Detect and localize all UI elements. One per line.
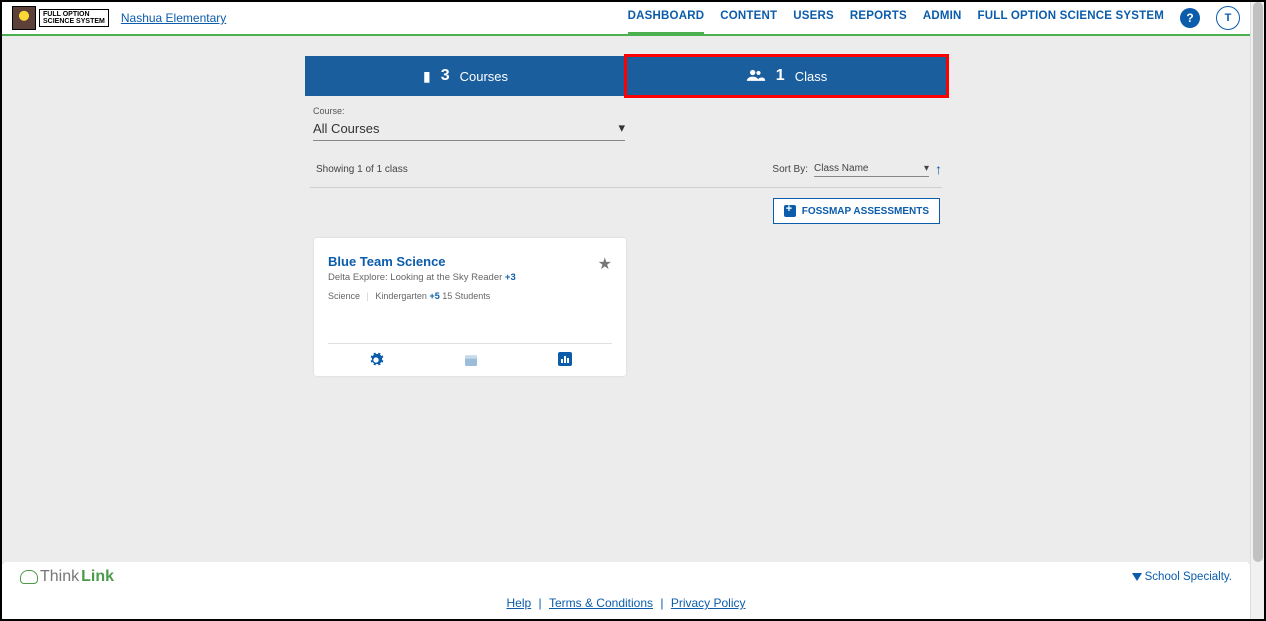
chevron-down-icon: ▾	[618, 120, 625, 136]
chevron-down-icon: ▾	[924, 163, 929, 174]
clipboard-plus-icon	[784, 205, 796, 217]
footer-top: ThinkLink School Specialty.	[4, 562, 1248, 592]
fossmap-label: FOSSMAP ASSESSMENTS	[802, 206, 929, 217]
courses-label: Courses	[460, 69, 508, 84]
fossmap-assessments-button[interactable]: FOSSMAP ASSESSMENTS	[773, 198, 940, 224]
logo-text-line2: SCIENCE SYSTEM	[43, 18, 105, 25]
logo-text: FULL OPTION SCIENCE SYSTEM	[39, 9, 109, 28]
class-subtitle-more[interactable]: +3	[505, 272, 516, 283]
tab-classes[interactable]: 1 Class	[626, 56, 947, 96]
class-grade-more[interactable]: +5	[429, 291, 439, 301]
school-specialty-icon	[1132, 573, 1142, 581]
course-filter: Course: All Courses ▾	[305, 106, 947, 141]
class-card[interactable]: ★ Blue Team Science Delta Explore: Looki…	[314, 238, 626, 376]
nav-admin[interactable]: ADMIN	[923, 10, 962, 26]
star-icon[interactable]: ★	[598, 254, 612, 274]
class-subtitle-text: Delta Explore: Looking at the Sky Reader	[328, 272, 505, 283]
people-icon	[746, 68, 766, 85]
footer-privacy[interactable]: Privacy Policy	[671, 596, 746, 610]
school-specialty-text: School Specialty.	[1145, 571, 1232, 583]
logo-block: FULL OPTION SCIENCE SYSTEM	[12, 6, 109, 30]
class-grade: Kindergarten	[375, 291, 429, 301]
card-footer	[328, 343, 612, 368]
class-subtitle: Delta Explore: Looking at the Sky Reader…	[328, 272, 612, 283]
logo-text-line1: FULL OPTION	[43, 11, 105, 18]
class-title: Blue Team Science	[328, 254, 612, 269]
course-select[interactable]: All Courses ▾	[313, 116, 625, 141]
thinklink-logo[interactable]: ThinkLink	[20, 568, 114, 586]
school-link[interactable]: Nashua Elementary	[121, 11, 226, 25]
content-area: 3 Courses 1 Class Course: All Courses ▾ …	[2, 36, 1250, 564]
bar-chart-icon[interactable]	[558, 352, 572, 366]
page-footer: ThinkLink School Specialty. Help | Terms…	[4, 562, 1248, 617]
class-meta: Science | Kindergarten +5 15 Students	[328, 291, 612, 301]
showing-text: Showing 1 of 1 class	[316, 164, 408, 175]
scrollbar-thumb[interactable]	[1253, 2, 1263, 562]
sort-direction-icon[interactable]: ↑	[935, 161, 942, 177]
footer-terms[interactable]: Terms & Conditions	[549, 596, 653, 610]
thinklink-thin: Think	[40, 568, 79, 586]
scrollbar[interactable]	[1250, 2, 1264, 619]
tab-courses[interactable]: 3 Courses	[305, 56, 626, 96]
sort-by: Sort By: Class Name ▾ ↑	[772, 161, 942, 177]
avatar[interactable]: T	[1216, 6, 1240, 30]
gear-icon[interactable]	[368, 352, 384, 368]
school-specialty-logo[interactable]: School Specialty.	[1132, 571, 1232, 583]
thinklink-bold: Link	[81, 568, 114, 586]
sort-select[interactable]: Class Name ▾	[814, 161, 929, 177]
classes-count: 1	[776, 67, 785, 85]
top-bar: FULL OPTION SCIENCE SYSTEM Nashua Elemen…	[2, 2, 1250, 36]
nav-users[interactable]: USERS	[793, 10, 834, 26]
foss-logo-icon	[12, 6, 36, 30]
course-select-value: All Courses	[313, 121, 379, 136]
course-filter-label: Course:	[313, 106, 947, 116]
results-row: Showing 1 of 1 class Sort By: Class Name…	[310, 161, 942, 188]
classes-label: Class	[795, 69, 828, 84]
footer-help[interactable]: Help	[506, 596, 531, 610]
courses-count: 3	[441, 67, 450, 85]
dashboard-tabs: 3 Courses 1 Class	[305, 56, 947, 96]
top-nav: DASHBOARD CONTENT USERS REPORTS ADMIN FU…	[628, 6, 1240, 30]
meta-separator: |	[367, 291, 369, 301]
help-icon[interactable]: ?	[1180, 8, 1200, 28]
nav-foss[interactable]: FULL OPTION SCIENCE SYSTEM	[978, 10, 1164, 26]
nav-dashboard[interactable]: DASHBOARD	[628, 10, 705, 26]
cloud-icon	[20, 570, 38, 584]
book-icon	[423, 68, 431, 85]
class-students: 15 Students	[442, 291, 490, 301]
sort-value: Class Name	[814, 163, 868, 174]
nav-content[interactable]: CONTENT	[720, 10, 777, 26]
sortby-label: Sort By:	[772, 164, 808, 175]
class-subject: Science	[328, 291, 360, 301]
nav-reports[interactable]: REPORTS	[850, 10, 907, 26]
assessments-row: FOSSMAP ASSESSMENTS	[310, 198, 942, 224]
footer-links: Help | Terms & Conditions | Privacy Poli…	[4, 592, 1248, 610]
calendar-icon[interactable]	[463, 352, 479, 368]
